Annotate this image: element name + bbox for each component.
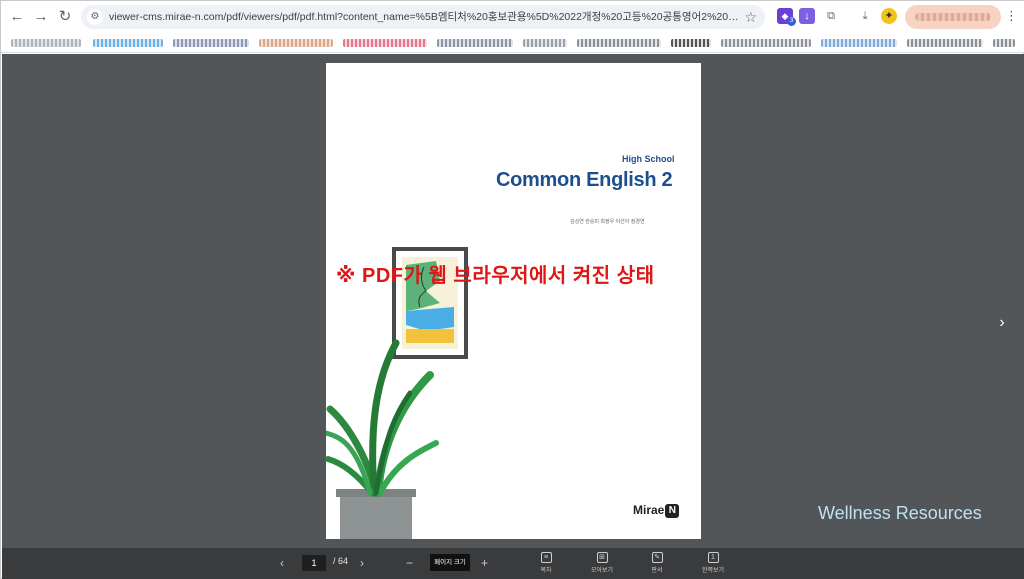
toc-button[interactable]: ≡ 목차 bbox=[529, 552, 563, 574]
bookmark-star-icon[interactable]: ☆ bbox=[744, 7, 757, 27]
book-title: Common English 2 bbox=[496, 169, 673, 191]
bookmark-item[interactable] bbox=[993, 39, 1015, 47]
bookmarks-bar bbox=[1, 33, 1024, 53]
extension-download-icon[interactable]: ↓ bbox=[799, 8, 815, 24]
single-page-button[interactable]: 1 한쪽보기 bbox=[696, 552, 730, 574]
reload-icon[interactable]: ↻ bbox=[55, 7, 75, 27]
single-page-label: 한쪽보기 bbox=[701, 568, 725, 574]
bookmark-item[interactable] bbox=[11, 39, 81, 47]
bookmark-item[interactable] bbox=[93, 39, 163, 47]
extension-badge: 3 bbox=[787, 17, 796, 26]
bookmark-item[interactable] bbox=[907, 39, 983, 47]
zoom-out-icon[interactable]: − bbox=[406, 555, 413, 571]
bookmark-item[interactable] bbox=[821, 39, 897, 47]
zoom-in-icon[interactable]: + bbox=[481, 555, 488, 571]
browser-toolbar: ← → ↻ ⚙ viewer-cms.mirae-n.com/pdf/viewe… bbox=[1, 1, 1024, 33]
address-bar[interactable]: ⚙ viewer-cms.mirae-n.com/pdf/viewers/pdf… bbox=[81, 5, 765, 29]
site-info-icon[interactable]: ⚙ bbox=[87, 9, 103, 25]
prev-page-icon[interactable]: ‹ bbox=[280, 555, 284, 571]
pen-icon: ✎ bbox=[651, 552, 663, 563]
toc-icon: ≡ bbox=[540, 552, 552, 563]
profile-chip[interactable] bbox=[905, 5, 1001, 29]
back-icon[interactable]: ← bbox=[7, 7, 27, 27]
book-subtitle: High School bbox=[622, 154, 675, 164]
next-page-icon[interactable]: › bbox=[360, 555, 364, 571]
pdf-page-cover: High School Common English 2 김성연 한승미 최정우… bbox=[326, 63, 701, 539]
profile-name-obscured bbox=[915, 13, 991, 21]
bookmark-item[interactable] bbox=[343, 39, 427, 47]
bookmark-item[interactable] bbox=[523, 39, 567, 47]
toc-label: 목차 bbox=[540, 568, 552, 574]
browser-window: ← → ↻ ⚙ viewer-cms.mirae-n.com/pdf/viewe… bbox=[0, 0, 1024, 579]
grid-icon: ⊞ bbox=[596, 552, 608, 563]
overlay-caption: ※ PDF가 웹 브라우저에서 켜진 상태 bbox=[336, 265, 655, 287]
plant-illustration bbox=[326, 339, 439, 539]
viewer-bottom-toolbar: ‹ 1 / 64 › − 페이지 크기 + ≡ 목차 ⊞ 모아보기 ✎ 판서 1… bbox=[2, 548, 1024, 579]
book-authors: 김성연 한승미 최정우 이선아 정경연 bbox=[570, 219, 645, 225]
watermark-text: Wellness Resources bbox=[818, 503, 982, 523]
bookmark-item[interactable] bbox=[173, 39, 249, 47]
publisher-logo: Mirae N bbox=[633, 503, 680, 518]
bookmark-item[interactable] bbox=[671, 39, 711, 47]
pdf-viewer: High School Common English 2 김성연 한승미 최정우… bbox=[2, 54, 1024, 548]
single-page-icon: 1 bbox=[707, 552, 719, 563]
extension-violet-icon[interactable]: ◆ 3 bbox=[777, 8, 796, 26]
zoom-select[interactable]: 페이지 크기 bbox=[430, 554, 470, 571]
bookmark-item[interactable] bbox=[437, 39, 513, 47]
thumbnails-label: 모아보기 bbox=[590, 568, 614, 574]
next-page-arrow-icon[interactable]: › bbox=[992, 314, 1012, 332]
url-text[interactable]: viewer-cms.mirae-n.com/pdf/viewers/pdf/p… bbox=[109, 5, 739, 29]
annotate-label: 판서 bbox=[651, 568, 663, 574]
total-pages: / 64 bbox=[333, 556, 349, 566]
bookmark-item[interactable] bbox=[259, 39, 333, 47]
downloads-icon[interactable]: ⤓ bbox=[857, 8, 873, 24]
extension-yellow-icon[interactable]: ✦ bbox=[881, 8, 897, 24]
current-page-input[interactable]: 1 bbox=[302, 555, 326, 571]
thumbnails-button[interactable]: ⊞ 모아보기 bbox=[585, 552, 619, 574]
extensions-puzzle-icon[interactable]: ⧉ bbox=[823, 8, 839, 24]
browser-menu-icon[interactable]: ⋮ bbox=[1005, 8, 1018, 24]
forward-icon[interactable]: → bbox=[31, 7, 51, 27]
bookmark-item[interactable] bbox=[577, 39, 661, 47]
bookmark-item[interactable] bbox=[721, 39, 811, 47]
annotate-button[interactable]: ✎ 판서 bbox=[640, 552, 674, 574]
